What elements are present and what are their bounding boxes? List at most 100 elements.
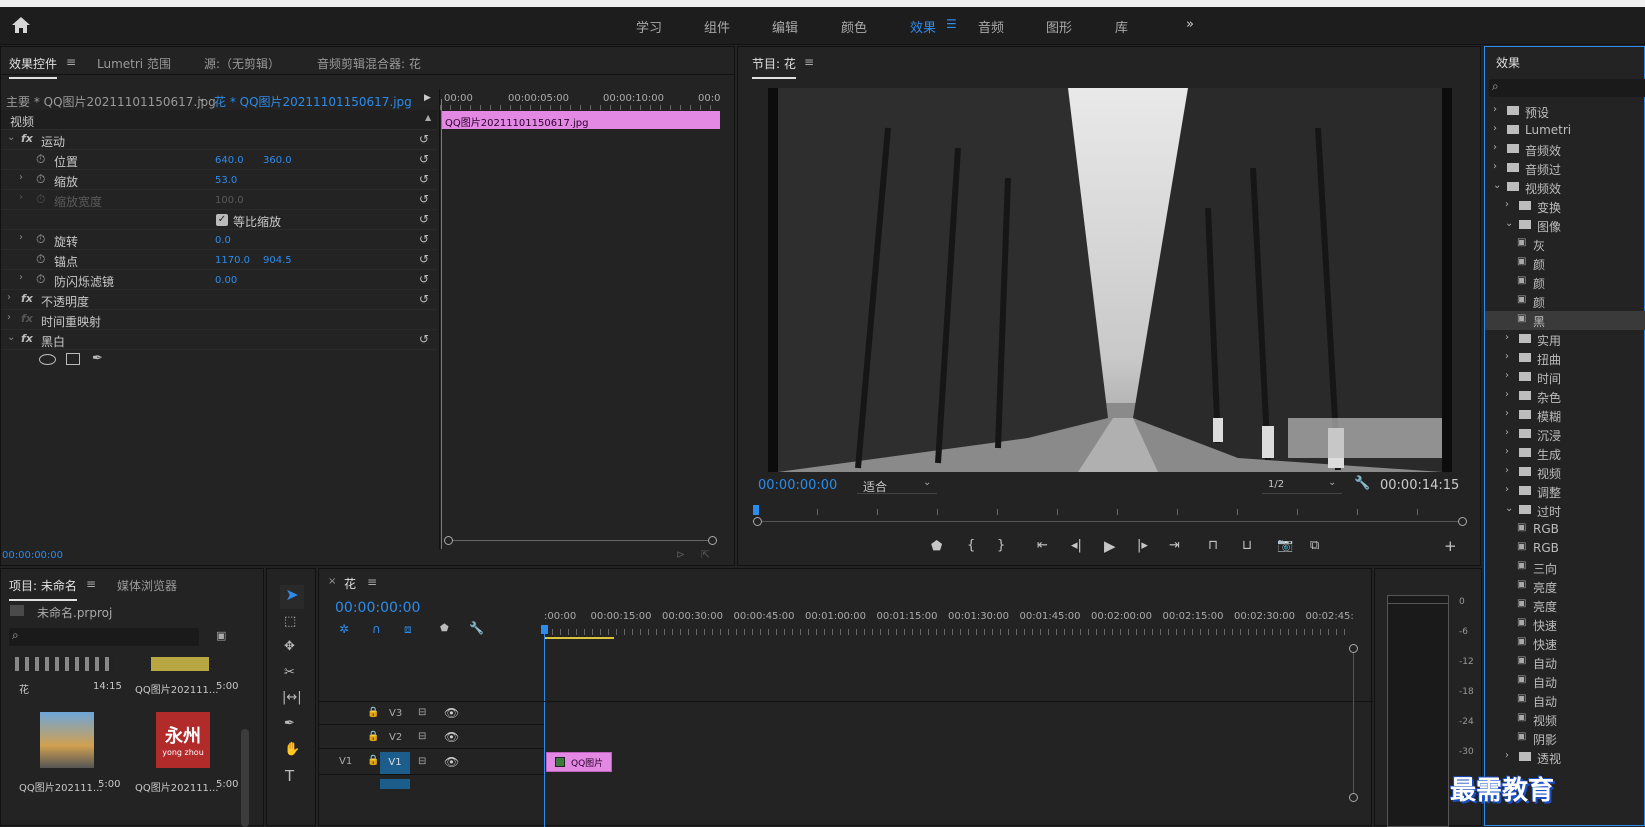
program-timecode[interactable]: 00:00:00:00	[758, 478, 837, 493]
effects-search-input[interactable]: ⌕	[1489, 79, 1645, 97]
project-item-thumb[interactable]	[40, 712, 94, 768]
project-item-thumb[interactable]	[151, 657, 209, 671]
play-icon[interactable]: ▶	[1104, 537, 1116, 555]
export-frame-icon[interactable]: 📷	[1277, 538, 1293, 553]
effects-tree-item[interactable]: › 预设	[1485, 102, 1645, 121]
effect-time-remap[interactable]: › fx 时间重映射	[1, 310, 437, 330]
folder-chevron-icon[interactable]: ›	[1505, 351, 1509, 362]
track-label[interactable]: V2	[389, 732, 402, 743]
effect-preset-icon[interactable]: ▣	[1517, 712, 1526, 723]
pen-tool-icon[interactable]: ✒	[284, 716, 295, 731]
effects-tree-item[interactable]: ▣ 自动	[1485, 653, 1645, 672]
eye-icon[interactable]: 👁	[444, 730, 459, 744]
expand-chevron-icon[interactable]: ›	[19, 232, 23, 243]
go-to-in-icon[interactable]: ⇤	[1037, 538, 1048, 553]
project-item-thumb[interactable]	[9, 657, 114, 671]
effect-preset-icon[interactable]: ▣	[1517, 541, 1526, 552]
effects-tree-item[interactable]: ▣ 自动	[1485, 672, 1645, 691]
vertical-zoom-scrollbar[interactable]	[1349, 644, 1359, 827]
reset-icon[interactable]: ↺	[419, 232, 429, 246]
scrubber-playhead[interactable]	[753, 505, 759, 515]
effect-preset-icon[interactable]: ▣	[1517, 294, 1526, 305]
fit-dropdown[interactable]: 适合 ⌄	[857, 476, 937, 494]
ec-timeline[interactable]: 00:00 00:00:05:00 00:00:10:00 00:0 QQ图片2…	[439, 89, 721, 549]
ec-playhead[interactable]	[441, 99, 442, 549]
source-patch[interactable]: V1	[339, 756, 352, 767]
workspace-tab-assembly[interactable]: 组件	[704, 17, 730, 36]
effects-tree-item[interactable]: ▣ 视频	[1485, 710, 1645, 729]
folder-chevron-icon[interactable]: ›	[1505, 332, 1509, 343]
effects-tree-item[interactable]: ▣ RGB	[1485, 520, 1645, 539]
overwrite-icon[interactable]: ⊔	[1242, 538, 1252, 553]
play-only-icon[interactable]: ▶	[424, 93, 431, 103]
close-tab-icon[interactable]: ×	[328, 576, 336, 587]
effect-preset-icon[interactable]: ▣	[1517, 655, 1526, 666]
effects-tree-item[interactable]: ⌄ 图像	[1485, 216, 1645, 235]
sequence-tab[interactable]: 花	[344, 575, 356, 592]
effects-tree-item[interactable]: › 实用	[1485, 330, 1645, 349]
effects-tree-item[interactable]: › 模糊	[1485, 406, 1645, 425]
scroll-handle-left[interactable]	[753, 517, 762, 526]
uniform-scale-checkbox[interactable]: ✓	[216, 214, 228, 226]
go-to-out-icon[interactable]: ⇥	[1169, 538, 1180, 553]
project-item-thumb[interactable]: 永州 yong zhou	[156, 712, 210, 768]
reset-icon[interactable]: ↺	[419, 172, 429, 186]
effects-tree-item[interactable]: › 扭曲	[1485, 349, 1645, 368]
panel-menu-icon[interactable]: ≡	[804, 55, 814, 69]
scale-value[interactable]: 53.0	[215, 175, 237, 186]
effects-tree-item[interactable]: › 视频	[1485, 463, 1645, 482]
effects-tree-item[interactable]: ▣ 亮度	[1485, 596, 1645, 615]
effects-tree-item[interactable]: ▣ 阴影	[1485, 729, 1645, 748]
effect-preset-icon[interactable]: ▣	[1517, 731, 1526, 742]
effects-tree-item[interactable]: ▣ 黑	[1485, 311, 1645, 330]
effect-preset-icon[interactable]: ▣	[1517, 636, 1526, 647]
timeline-timecode[interactable]: 00:00:00:00	[335, 600, 420, 616]
lock-icon[interactable]: 🔒	[367, 755, 379, 766]
reset-icon[interactable]: ↺	[419, 252, 429, 266]
folder-chevron-icon[interactable]: ⌄	[1505, 218, 1513, 229]
timeline-playhead[interactable]	[544, 625, 545, 827]
step-back-icon[interactable]: ◂|	[1071, 538, 1082, 553]
track-label-active[interactable]: V1	[380, 752, 410, 774]
tab-project[interactable]: 项目: 未命名	[9, 577, 77, 601]
home-icon[interactable]	[11, 16, 31, 34]
effects-tree-item[interactable]: ⌄ 视频效	[1485, 178, 1645, 197]
work-area-bar[interactable]	[544, 637, 614, 639]
reset-icon[interactable]: ↺	[419, 152, 429, 166]
sync-lock-icon[interactable]: ⊟	[418, 756, 426, 767]
folder-chevron-icon[interactable]: ›	[1493, 142, 1497, 153]
expand-chevron-icon[interactable]: ›	[19, 172, 23, 183]
reset-icon[interactable]: ↺	[419, 212, 429, 226]
effects-tree-item[interactable]: ⌄ 过时	[1485, 501, 1645, 520]
effects-tree-item[interactable]: › 变换	[1485, 197, 1645, 216]
linked-selection-icon[interactable]: ⧈	[404, 622, 412, 637]
expand-chevron-icon[interactable]: ›	[7, 292, 11, 303]
rectangle-mask-icon[interactable]	[66, 353, 80, 365]
reset-icon[interactable]: ↺	[419, 332, 429, 346]
effects-tree-item[interactable]: ▣ 亮度	[1485, 577, 1645, 596]
effects-tree-item[interactable]: › Lumetri	[1485, 121, 1645, 140]
folder-chevron-icon[interactable]: ›	[1505, 370, 1509, 381]
workspace-tab-graphics[interactable]: 图形	[1046, 17, 1072, 36]
flicker-value[interactable]: 0.00	[215, 275, 237, 286]
tab-source[interactable]: 源:（无剪辑）	[204, 55, 280, 72]
effect-preset-icon[interactable]: ▣	[1517, 617, 1526, 628]
add-button-icon[interactable]: +	[1444, 537, 1457, 555]
stopwatch-icon[interactable]: ⏱	[36, 172, 45, 187]
reset-icon[interactable]: ↺	[419, 192, 429, 206]
stopwatch-icon[interactable]: ⏱	[36, 232, 45, 247]
sync-lock-icon[interactable]: ⊟	[418, 731, 426, 742]
stopwatch-icon[interactable]: ⏱	[36, 152, 45, 167]
effects-tree-item[interactable]: ▣ 快速	[1485, 634, 1645, 653]
track-label[interactable]: V3	[389, 708, 402, 719]
workspace-tab-editing[interactable]: 编辑	[772, 17, 798, 36]
effects-panel-title[interactable]: 效果	[1496, 54, 1520, 71]
anchor-y-value[interactable]: 904.5	[263, 255, 292, 266]
workspace-tab-audio[interactable]: 音频	[978, 17, 1004, 36]
program-scrubber[interactable]	[753, 505, 1468, 527]
ellipse-mask-icon[interactable]	[39, 354, 56, 365]
project-scrollbar[interactable]	[241, 729, 249, 827]
folder-chevron-icon[interactable]: ›	[1505, 750, 1509, 761]
tab-effect-controls[interactable]: 效果控件	[9, 55, 58, 79]
stopwatch-icon[interactable]: ⏱	[36, 272, 45, 287]
